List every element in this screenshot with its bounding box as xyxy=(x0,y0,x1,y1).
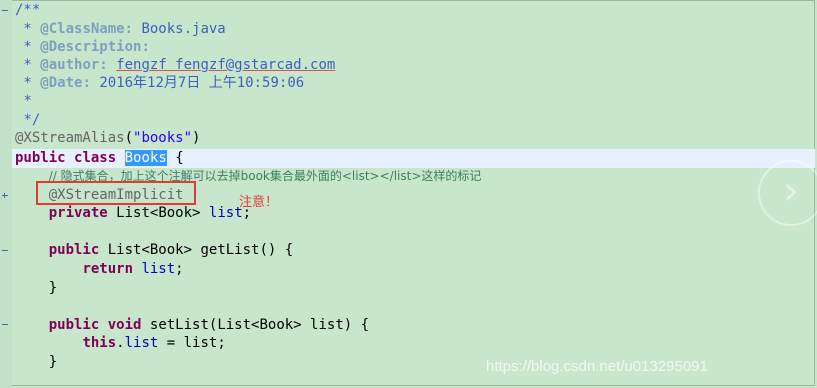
code-line: public void setList(List<Book> list) { xyxy=(48,317,370,333)
selected-class-name[interactable]: Books xyxy=(124,150,167,166)
editor-gutter xyxy=(0,0,12,388)
fold-marker-icon[interactable] xyxy=(2,10,8,11)
code-line: return list; xyxy=(82,261,184,277)
code-line: * @author: fengzf fengzf@gstarcad.com xyxy=(15,57,336,73)
fold-marker-icon[interactable] xyxy=(2,250,8,251)
code-line: /** xyxy=(15,2,41,18)
code-line: * xyxy=(23,93,32,109)
chevron-right-icon[interactable]: › xyxy=(758,160,817,226)
code-line: } xyxy=(48,280,58,296)
code-line: this.list = list; xyxy=(82,335,226,351)
watermark: https://blog.csdn.net/u013295091 xyxy=(486,358,708,375)
code-line: * @Date: 2016年12月7日 上午10:59:06 xyxy=(15,75,305,91)
fold-marker-icon[interactable] xyxy=(2,193,8,198)
code-line: private List<Book> list; xyxy=(48,205,252,221)
annotation-highlight-box xyxy=(36,181,196,205)
code-line: * @ClassName: Books.java xyxy=(15,21,226,37)
annotation-note: 注意！ xyxy=(239,195,279,210)
code-line: } xyxy=(48,354,58,370)
code-line: public List<Book> getList() { xyxy=(48,242,294,258)
code-line: @XStreamAlias("books") xyxy=(15,130,201,146)
code-line: */ xyxy=(23,112,41,128)
code-line: * @Description: xyxy=(15,39,150,55)
code-line: public class Books { xyxy=(15,150,184,166)
fold-marker-icon[interactable] xyxy=(2,324,8,325)
